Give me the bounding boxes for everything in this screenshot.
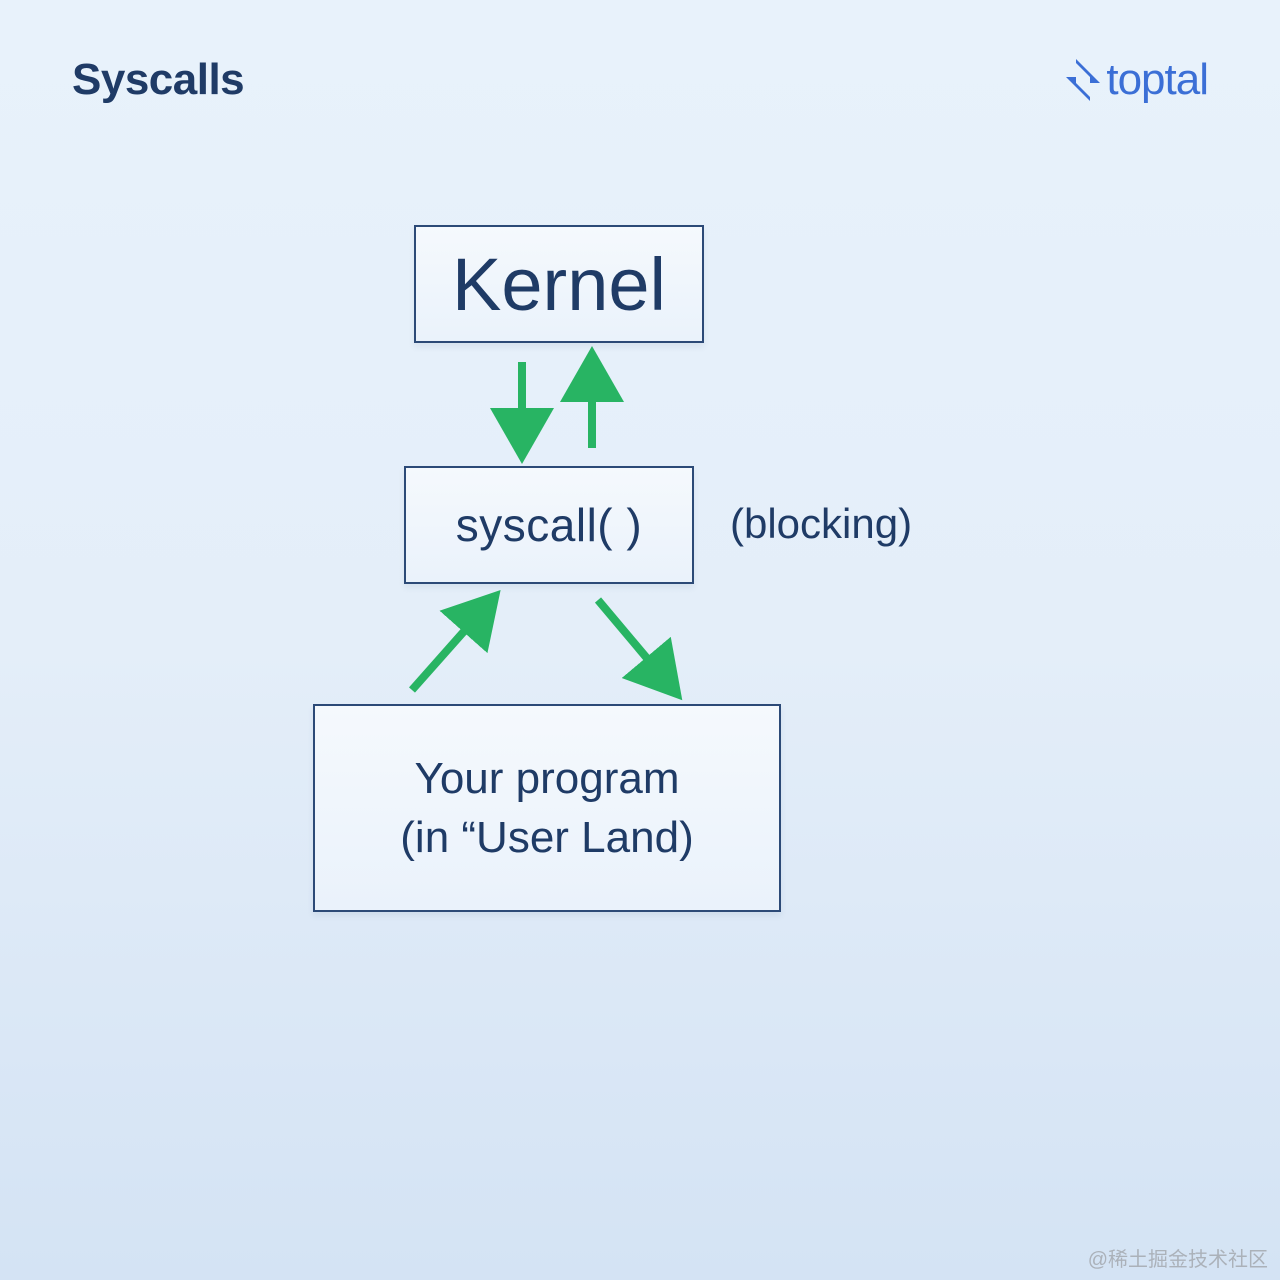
arrow-syscall-to-program xyxy=(598,600,672,688)
attribution-watermark: @稀土掘金技术社区 xyxy=(1088,1243,1268,1272)
blocking-annotation: (blocking) xyxy=(730,500,912,548)
syscall-label: syscall( ) xyxy=(456,498,642,552)
syscall-box: syscall( ) xyxy=(404,466,694,584)
diagram-canvas: Kernel syscall( ) (blocking) Your progra… xyxy=(0,0,1280,1280)
kernel-box: Kernel xyxy=(414,225,704,343)
program-label: Your program (in “User Land) xyxy=(400,749,693,868)
arrows-layer xyxy=(0,0,1280,1280)
arrow-program-to-syscall xyxy=(412,602,490,690)
kernel-label: Kernel xyxy=(452,242,666,327)
program-box: Your program (in “User Land) xyxy=(313,704,781,912)
